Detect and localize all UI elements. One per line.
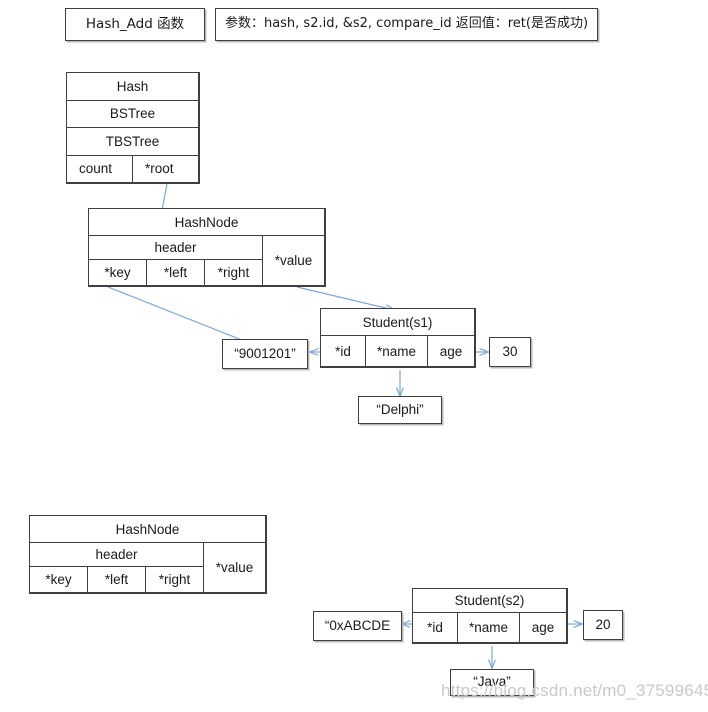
hash-struct-row-tbstree: TBSTree xyxy=(66,127,199,156)
arrow-value-to-student-s1 xyxy=(296,286,394,310)
function-name-box: Hash_Add 函数 xyxy=(65,8,205,41)
hashnode-top-fields-row: *key *left *right xyxy=(88,259,263,286)
student-s2-id-value: “0xABCDE xyxy=(313,611,402,641)
student-s1-name-value: “Delphi” xyxy=(358,396,442,424)
hash-struct-root: *root xyxy=(132,154,199,183)
student-s1-struct: Student(s1) *id *name age xyxy=(320,308,476,368)
hash-struct-title: Hash xyxy=(66,72,199,101)
diagram-canvas: Hash_Add 函数 参数：hash, s2.id, &s2, compare… xyxy=(0,0,708,712)
student-s2-fields-row: *id *name age xyxy=(412,612,567,643)
hashnode-top-header-label: header xyxy=(88,235,263,260)
student-s2-age: age xyxy=(519,612,567,643)
hash-struct-row-bstree: BSTree xyxy=(66,99,199,128)
hashnode-bottom-body-row: header *key *left *right *value xyxy=(29,542,266,593)
student-s2-name: *name xyxy=(457,612,520,643)
student-s2-id: *id xyxy=(412,612,458,643)
hashnode-bottom-header-label: header xyxy=(29,542,204,567)
hash-struct-bstree: BSTree xyxy=(66,99,199,128)
student-s1-title: Student(s1) xyxy=(320,308,475,336)
student-s2-title-row: Student(s2) xyxy=(412,588,567,613)
arrow-root-to-hashnode xyxy=(161,183,168,211)
hashnode-top-body-row: header *key *left *right *value xyxy=(88,235,325,286)
hashnode-top-header-group: header *key *left *right xyxy=(88,235,263,286)
student-s2-title: Student(s2) xyxy=(412,588,567,613)
hash-struct-row-fields: count *root xyxy=(66,154,199,183)
hashnode-top-key: *key xyxy=(88,259,147,286)
hashnode-bottom-header-group: header *key *left *right xyxy=(29,542,204,593)
student-s1-id: *id xyxy=(320,335,366,367)
function-signature-box: 参数：hash, s2.id, &s2, compare_id 返回值：ret(… xyxy=(215,8,598,41)
hash-struct-tbstree: TBSTree xyxy=(66,127,199,156)
hashnode-top-right: *right xyxy=(204,259,263,286)
hashnode-bottom-left: *left xyxy=(87,566,146,593)
hashnode-top-title: HashNode xyxy=(88,208,325,236)
hashnode-bottom-title: HashNode xyxy=(29,515,266,543)
hashnode-bottom-value: *value xyxy=(203,542,266,593)
watermark-text: https://blog.csdn.net/m0_37599645 xyxy=(441,681,708,700)
hashnode-bottom-key: *key xyxy=(29,566,88,593)
student-s2-age-value: 20 xyxy=(583,610,623,640)
hash-struct-title-row: Hash xyxy=(66,72,199,101)
hashnode-bottom-right: *right xyxy=(145,566,204,593)
hashnode-top-left: *left xyxy=(146,259,205,286)
hash-struct: Hash BSTree TBSTree count *root xyxy=(66,72,200,184)
student-s1-age: age xyxy=(427,335,475,367)
student-s1-id-value: “9001201” xyxy=(222,339,308,369)
hashnode-top-value: *value xyxy=(262,235,325,286)
student-s2-struct: Student(s2) *id *name age xyxy=(412,588,568,644)
student-s1-name: *name xyxy=(365,335,428,367)
hashnode-top-title-row: HashNode xyxy=(88,208,325,236)
hash-struct-count: count xyxy=(66,154,133,183)
hashnode-bottom-fields-row: *key *left *right xyxy=(29,566,204,593)
student-s1-fields-row: *id *name age xyxy=(320,335,475,367)
hashnode-bottom-title-row: HashNode xyxy=(29,515,266,543)
student-s1-title-row: Student(s1) xyxy=(320,308,475,336)
student-s1-age-value: 30 xyxy=(489,337,531,367)
hashnode-top: HashNode header *key *left *right *value xyxy=(88,208,326,287)
hashnode-bottom: HashNode header *key *left *right *value xyxy=(29,515,267,594)
